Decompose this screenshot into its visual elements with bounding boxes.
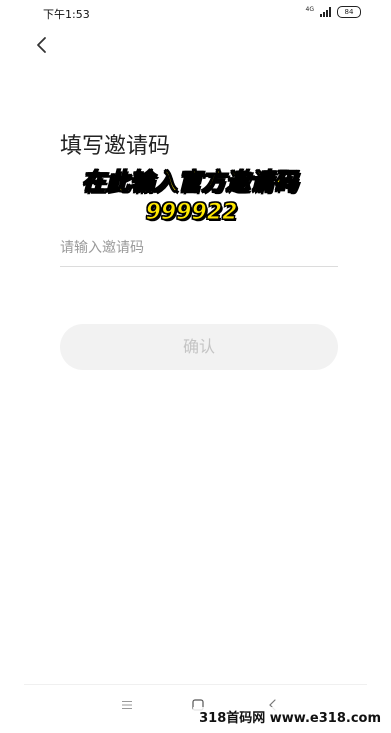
confirm-button[interactable]: 确认: [60, 324, 338, 370]
status-bar: 下午1:53 4G 84: [0, 0, 391, 24]
invite-code-screen: 下午1:53 4G 84 填写邀请码 在此输入官方邀请码 999922 确认: [0, 0, 391, 733]
chevron-left-icon: [37, 37, 46, 53]
status-time: 下午1:53: [43, 8, 90, 21]
network-type: 4G: [305, 5, 314, 13]
promo-instruction: 在此输入官方邀请码: [81, 168, 298, 197]
promo-code: 999922: [145, 200, 238, 226]
watermark: 318首码网 www.e318.com: [193, 707, 387, 731]
signal-icon: [320, 7, 331, 17]
menu-icon: [122, 701, 132, 709]
page-title: 填写邀请码: [60, 134, 171, 159]
back-button[interactable]: [34, 36, 52, 54]
status-indicators: 4G 84: [306, 6, 361, 18]
invite-code-input[interactable]: [60, 230, 338, 267]
battery-icon: 84: [337, 6, 361, 18]
nav-menu-button[interactable]: [120, 697, 134, 711]
